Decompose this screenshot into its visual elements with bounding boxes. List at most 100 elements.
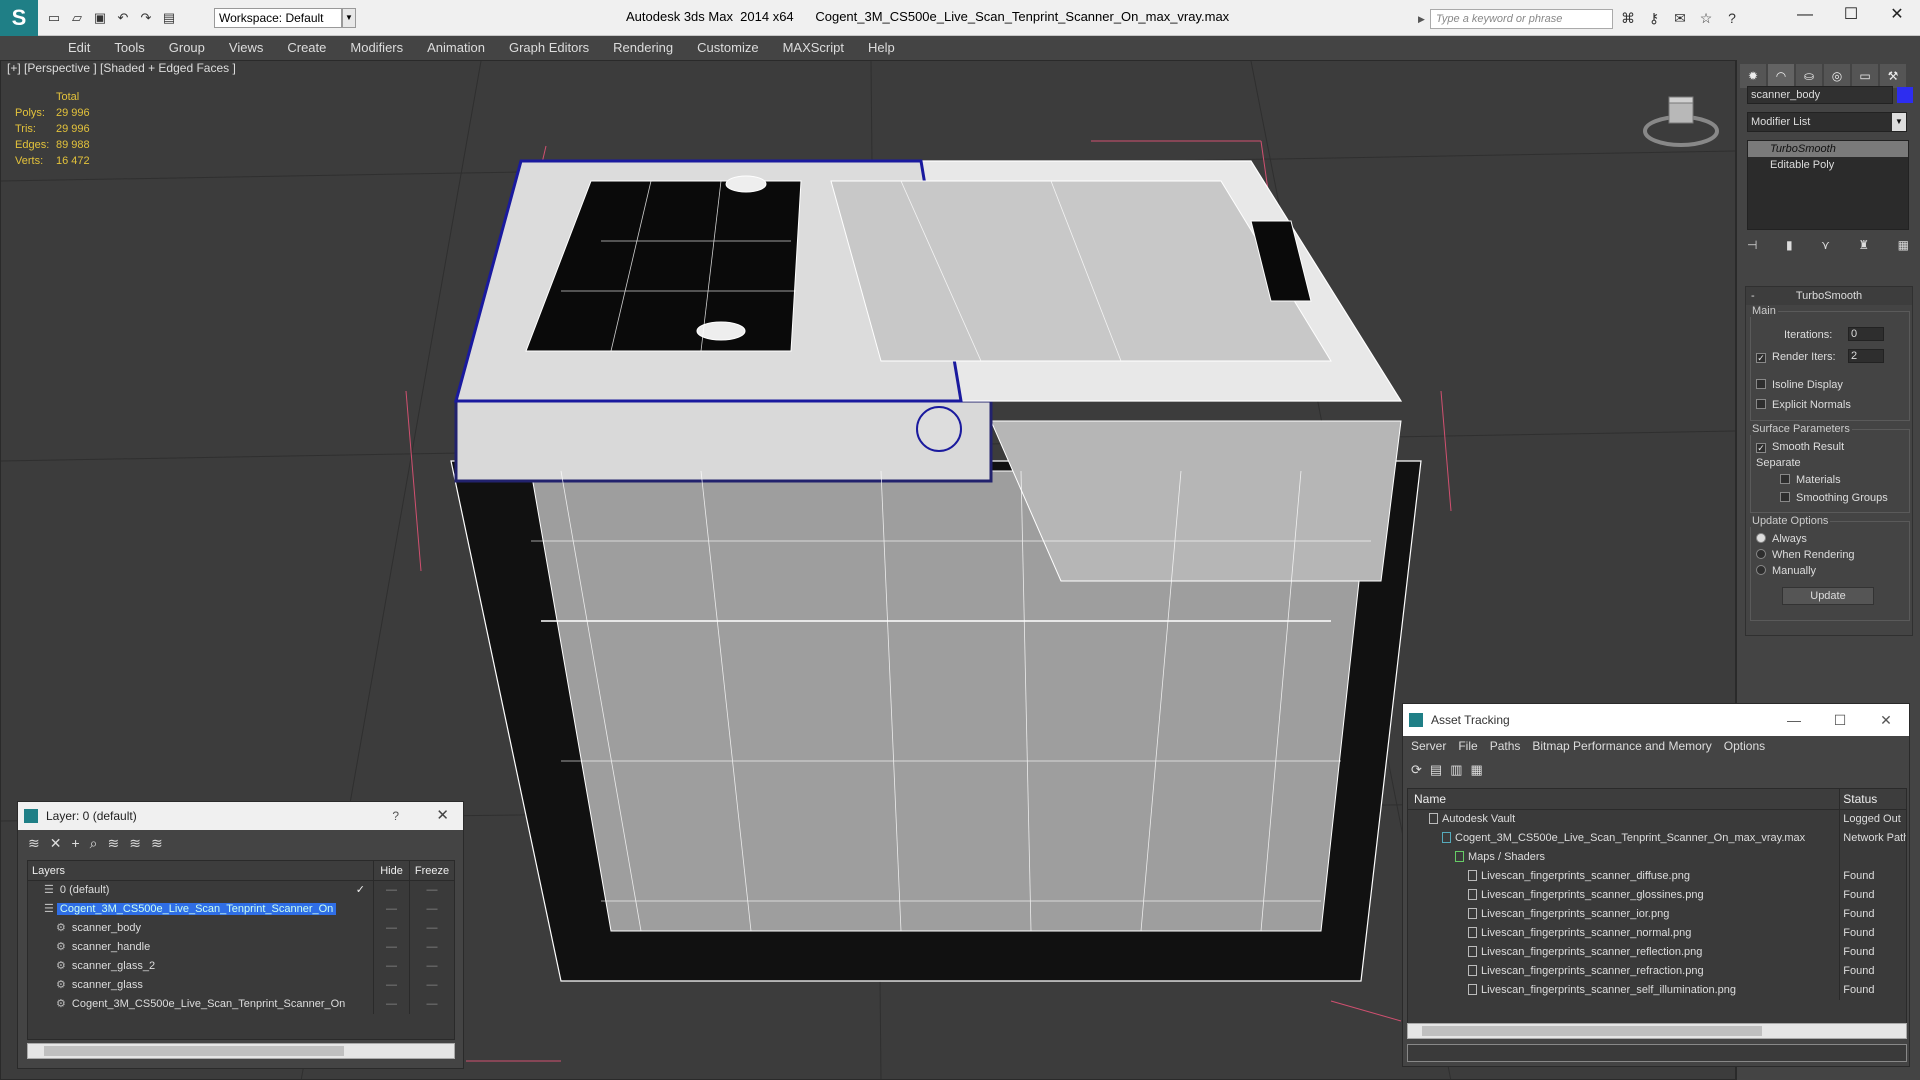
asset-name-cell[interactable]: Livescan_fingerprints_scanner_diffuse.pn… — [1408, 867, 1841, 886]
freeze-toggle[interactable]: — — [410, 957, 454, 976]
detail-view-icon[interactable]: ▥ — [1450, 762, 1462, 780]
undo-icon[interactable]: ↶ — [113, 9, 133, 27]
freeze-toggle[interactable]: — — [410, 995, 454, 1014]
create-tab-icon[interactable]: ✹ — [1740, 64, 1766, 88]
layer-row[interactable]: ⚙ scanner_glass — — — [28, 976, 454, 995]
show-end-result-icon[interactable]: ▮ — [1786, 238, 1793, 258]
asset-row[interactable]: Autodesk Vault Logged Out — [1408, 810, 1906, 829]
display-tab-icon[interactable]: ▭ — [1852, 64, 1878, 88]
render-iters-toggle[interactable]: ✓ Render Iters: — [1756, 351, 1836, 363]
asset-path-field[interactable] — [1407, 1044, 1907, 1062]
layer-name-cell[interactable]: ⚙ scanner_body — [28, 919, 374, 938]
configure-sets-icon[interactable]: ▦ — [1898, 238, 1909, 258]
col-name[interactable]: Name — [1408, 789, 1841, 809]
checkbox-checked[interactable]: ✓ — [1756, 443, 1766, 453]
app-logo-icon[interactable]: S — [0, 0, 38, 36]
layer-name-cell[interactable]: ⚙ Cogent_3M_CS500e_Live_Scan_Tenprint_Sc… — [28, 995, 374, 1014]
hide-toggle[interactable]: — — [374, 938, 410, 957]
freeze-toggle[interactable]: — — [410, 938, 454, 957]
remove-modifier-icon[interactable]: ♜ — [1858, 238, 1869, 258]
asset-row[interactable]: Maps / Shaders — [1408, 848, 1906, 867]
freeze-toggle[interactable]: — — [410, 976, 454, 995]
layer-name-cell[interactable]: ⚙ scanner_glass — [28, 976, 374, 995]
layer-row[interactable]: ⚙ scanner_handle — — — [28, 938, 454, 957]
layer-row[interactable]: ☰ 0 (default) ✓ — — — [28, 881, 454, 900]
workspace-dropdown-arrow[interactable]: ▼ — [342, 8, 356, 28]
checkbox-checked[interactable]: ✓ — [1756, 353, 1766, 363]
smoothing-groups-toggle[interactable]: Smoothing Groups — [1780, 492, 1888, 504]
hide-toggle[interactable]: — — [374, 919, 410, 938]
modifier-list-arrow[interactable]: ▼ — [1892, 113, 1906, 131]
update-button[interactable]: Update — [1782, 587, 1874, 605]
favorites-star-icon[interactable]: ☆ — [1696, 9, 1716, 27]
table-view-icon[interactable]: ▦ — [1471, 762, 1483, 780]
asset-name-cell[interactable]: Cogent_3M_CS500e_Live_Scan_Tenprint_Scan… — [1408, 829, 1841, 848]
project-folder-icon[interactable]: ▤ — [159, 9, 179, 27]
hide-toggle[interactable]: — — [374, 881, 410, 900]
checkbox[interactable] — [1756, 379, 1766, 389]
maximize-icon[interactable]: ☐ — [1817, 704, 1863, 736]
explicit-normals-toggle[interactable]: Explicit Normals — [1756, 399, 1851, 411]
scrollbar-thumb[interactable] — [44, 1046, 344, 1056]
maximize-icon[interactable]: ☐ — [1828, 0, 1874, 30]
freeze-toggle[interactable]: — — [410, 881, 454, 900]
col-status[interactable]: Status — [1840, 789, 1906, 809]
asset-menu-paths[interactable]: Paths — [1484, 736, 1527, 756]
help-icon[interactable]: ? — [1722, 9, 1742, 27]
asset-menu-server[interactable]: Server — [1405, 736, 1452, 756]
motion-tab-icon[interactable]: ◎ — [1824, 64, 1850, 88]
open-file-icon[interactable]: ▱ — [67, 9, 87, 27]
pin-stack-icon[interactable]: ⊣ — [1747, 238, 1757, 258]
update-manually-radio[interactable]: Manually — [1756, 565, 1816, 577]
layer-row[interactable]: ⚙ scanner_glass_2— — — [28, 957, 454, 976]
checkbox[interactable] — [1756, 399, 1766, 409]
close-icon[interactable]: ✕ — [1863, 704, 1909, 736]
asset-row[interactable]: Livescan_fingerprints_scanner_self_illum… — [1408, 981, 1906, 1000]
stack-item-editable-poly[interactable]: Editable Poly — [1748, 157, 1908, 173]
current-layer-indicator[interactable]: ✓ — [356, 881, 365, 900]
list-view-icon[interactable]: ▤ — [1430, 762, 1442, 780]
key-icon[interactable]: ⚷ — [1644, 9, 1664, 27]
menu-item-customize[interactable]: Customize — [685, 36, 770, 60]
asset-name-cell[interactable]: Livescan_fingerprints_scanner_refraction… — [1408, 962, 1841, 981]
binoculars-icon[interactable]: ⌘ — [1618, 9, 1638, 27]
workspace-dropdown[interactable]: Workspace: Default — [214, 8, 342, 28]
minimize-icon[interactable]: — — [1782, 0, 1828, 30]
layer-row[interactable]: ⚙ Cogent_3M_CS500e_Live_Scan_Tenprint_Sc… — [28, 995, 454, 1014]
menu-item-animation[interactable]: Animation — [415, 36, 497, 60]
asset-menu-file[interactable]: File — [1452, 736, 1483, 756]
asset-name-cell[interactable]: Livescan_fingerprints_scanner_self_illum… — [1408, 981, 1841, 1000]
checkbox[interactable] — [1780, 474, 1790, 484]
layer-scrollbar[interactable] — [27, 1043, 455, 1059]
layer-name-cell[interactable]: ⚙ scanner_glass_2 — [28, 957, 374, 976]
search-expand-icon[interactable]: ▶ — [1418, 10, 1428, 28]
menu-item-maxscript[interactable]: MAXScript — [771, 36, 856, 60]
update-always-radio[interactable]: Always — [1756, 533, 1807, 545]
col-layers[interactable]: Layers — [28, 861, 374, 880]
utilities-tab-icon[interactable]: ⚒ — [1880, 64, 1906, 88]
radio[interactable] — [1756, 549, 1766, 559]
modify-tab-icon[interactable]: ◠ — [1768, 64, 1794, 88]
freeze-all-layers-icon[interactable]: ≋ — [151, 835, 163, 853]
render-iters-spinner[interactable]: 2 — [1848, 349, 1884, 363]
modifier-list-dropdown[interactable]: Modifier List — [1747, 112, 1907, 132]
layer-name-cell[interactable]: ☰ Cogent_3M_CS500e_Live_Scan_Tenprint_Sc… — [28, 900, 374, 919]
close-icon[interactable]: ✕ — [1874, 0, 1920, 30]
asset-menu-bitmap-performance-and-memory[interactable]: Bitmap Performance and Memory — [1526, 736, 1717, 756]
asset-row[interactable]: Livescan_fingerprints_scanner_refraction… — [1408, 962, 1906, 981]
col-hide[interactable]: Hide — [374, 861, 410, 880]
hierarchy-tab-icon[interactable]: ⛀ — [1796, 64, 1822, 88]
menu-item-views[interactable]: Views — [217, 36, 275, 60]
scrollbar-thumb[interactable] — [1422, 1026, 1762, 1036]
asset-row[interactable]: Livescan_fingerprints_scanner_diffuse.pn… — [1408, 867, 1906, 886]
hide-toggle[interactable]: — — [374, 957, 410, 976]
hide-toggle[interactable]: — — [374, 976, 410, 995]
menu-item-create[interactable]: Create — [275, 36, 338, 60]
asset-name-cell[interactable]: Livescan_fingerprints_scanner_ior.png — [1408, 905, 1841, 924]
create-layer-icon[interactable]: ≋ — [28, 835, 40, 853]
make-unique-icon[interactable]: ⋎ — [1821, 238, 1830, 258]
layer-name-cell[interactable]: ⚙ scanner_handle — [28, 938, 374, 957]
col-freeze[interactable]: Freeze — [410, 861, 454, 880]
redo-icon[interactable]: ↷ — [136, 9, 156, 27]
search-input[interactable]: Type a keyword or phrase — [1430, 9, 1613, 29]
